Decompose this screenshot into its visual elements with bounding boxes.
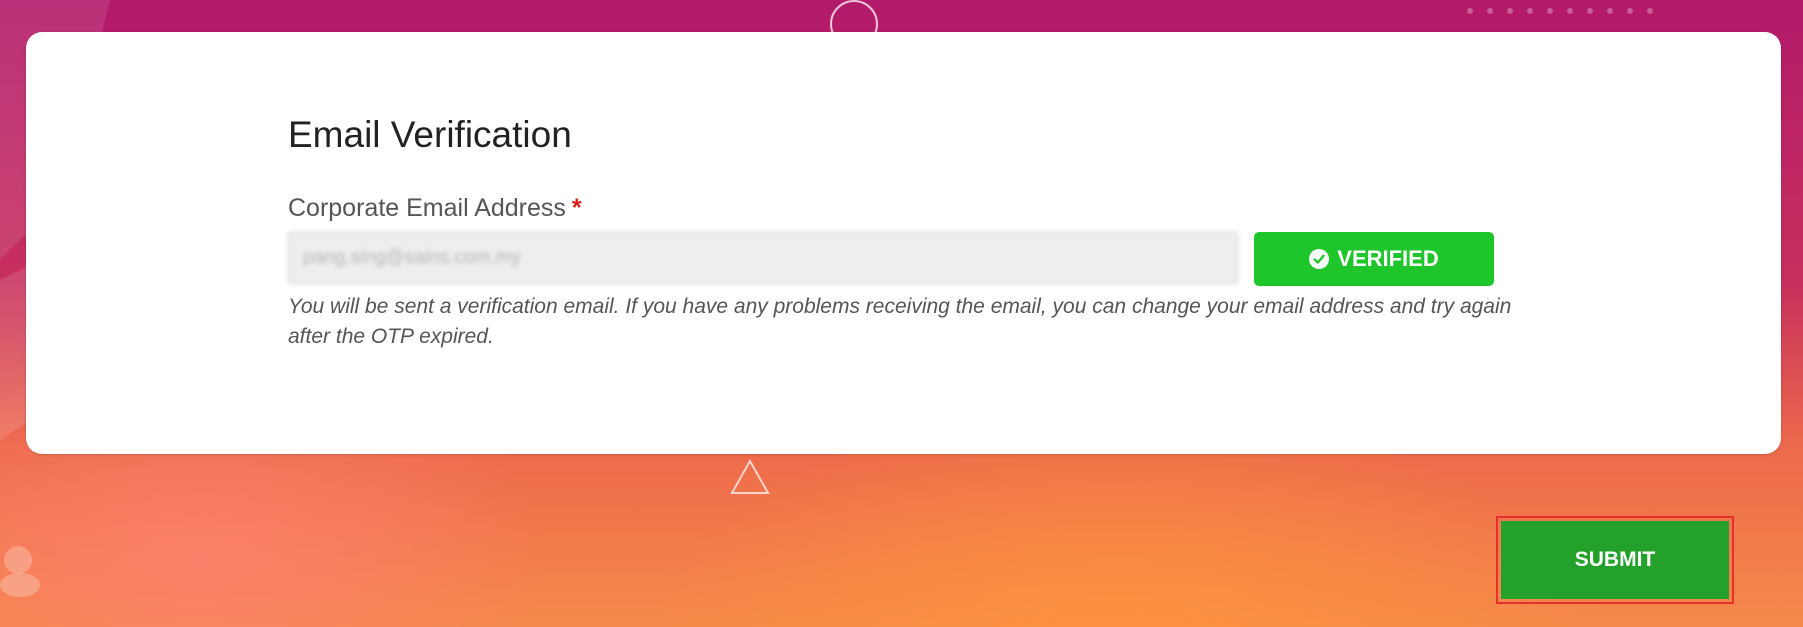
submit-button-highlight: SUBMIT	[1496, 516, 1734, 604]
required-asterisk: *	[571, 194, 582, 222]
email-verification-card: Email Verification Corporate Email Addre…	[26, 32, 1781, 454]
check-circle-icon	[1309, 249, 1330, 269]
submit-button[interactable]: SUBMIT	[1501, 521, 1729, 599]
verified-button[interactable]: VERIFIED	[1254, 232, 1494, 286]
page-title: Email Verification	[288, 114, 572, 155]
help-text: You will be sent a verification email. I…	[288, 295, 1512, 348]
email-label-text: Corporate Email Address	[288, 194, 566, 222]
email-field-label: Corporate Email Address *	[288, 194, 582, 223]
email-field[interactable]	[288, 232, 1238, 284]
verified-label: VERIFIED	[1337, 246, 1439, 271]
triangle-decoration	[730, 459, 770, 494]
dots-decoration	[1467, 8, 1653, 14]
